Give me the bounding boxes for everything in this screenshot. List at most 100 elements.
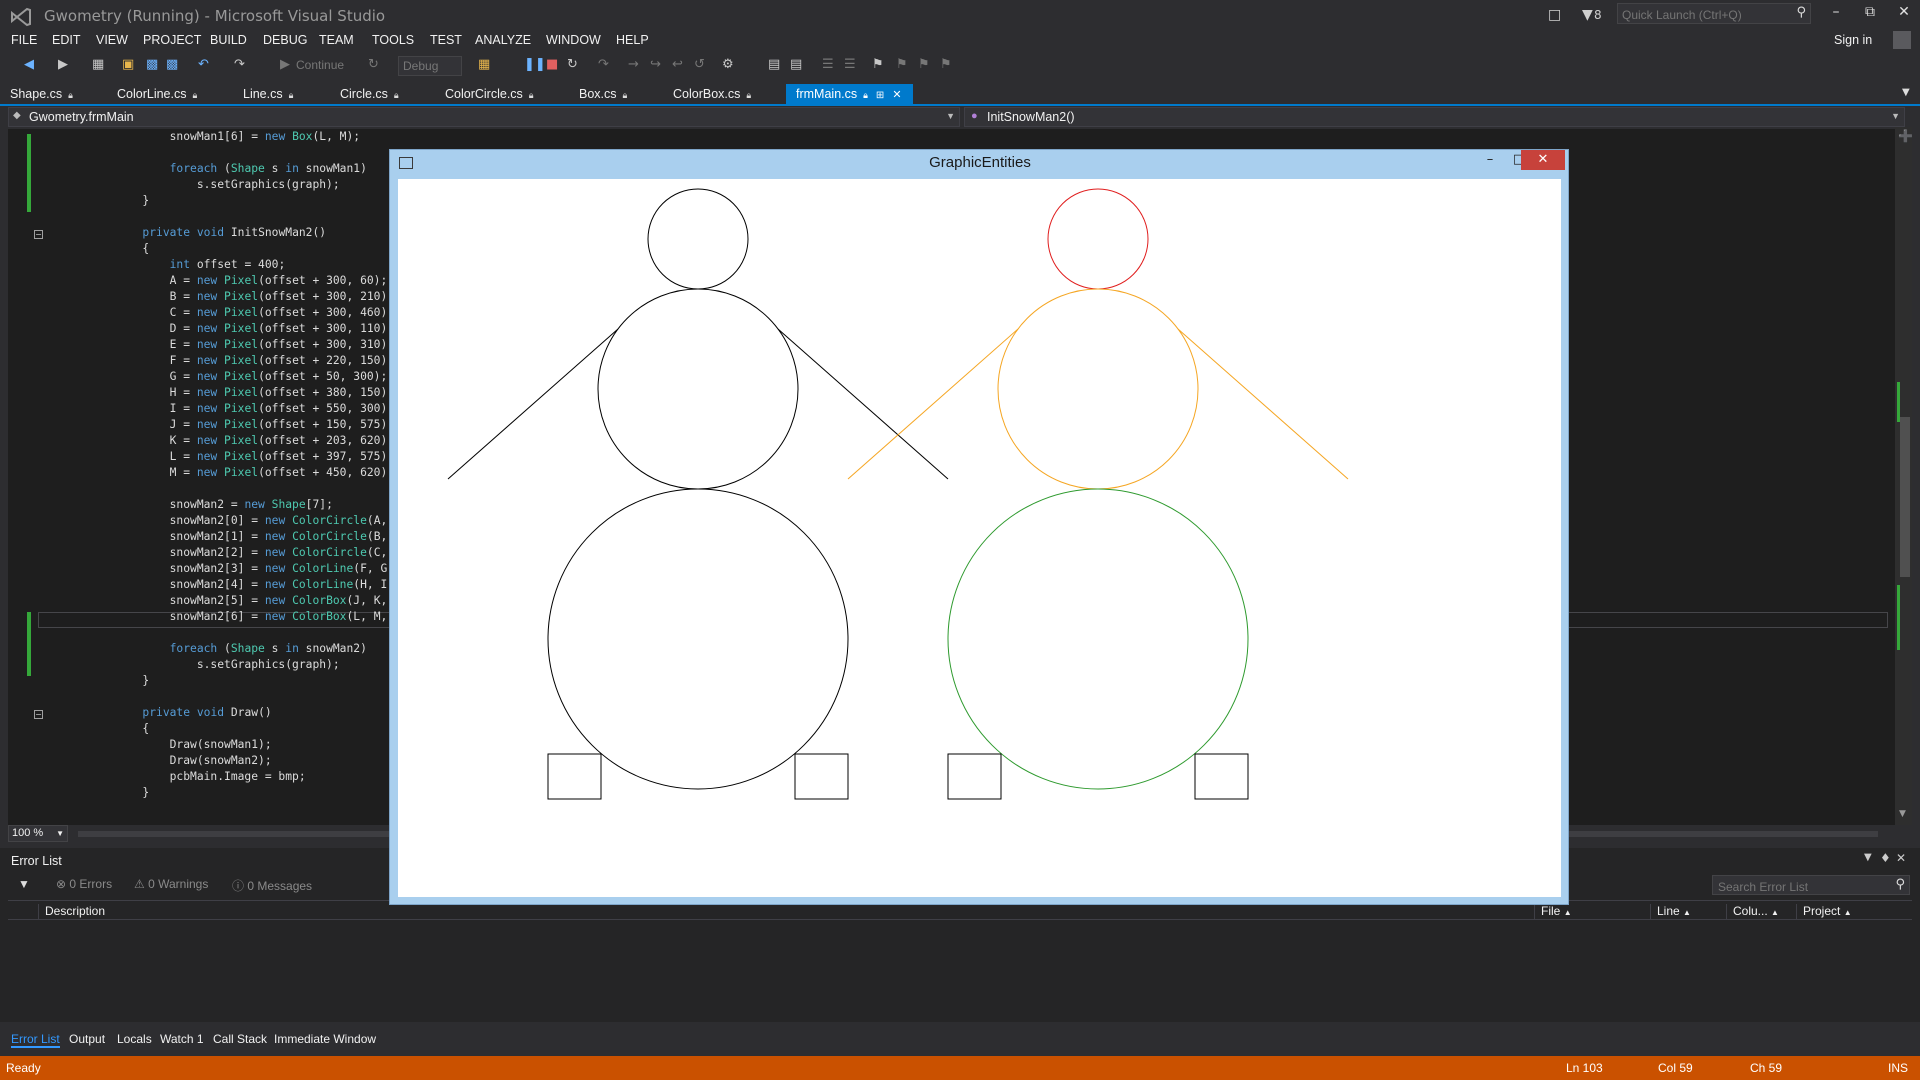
- threads-icon[interactable]: ▤: [768, 57, 780, 72]
- code-line[interactable]: F = new Pixel(offset + 220, 150);: [88, 353, 421, 369]
- code-line[interactable]: D = new Pixel(offset + 300, 110);: [88, 321, 421, 337]
- step-over-icon[interactable]: ↪: [650, 57, 661, 72]
- scroll-down-icon[interactable]: ▼: [1899, 809, 1906, 819]
- forward-icon[interactable]: ▶: [58, 57, 68, 72]
- continue-label[interactable]: Continue: [296, 58, 344, 72]
- app-close-button[interactable]: ✕: [1521, 150, 1565, 170]
- code-line[interactable]: J = new Pixel(offset + 150, 575);: [88, 417, 421, 433]
- menu-test[interactable]: TEST: [430, 33, 462, 47]
- menu-team[interactable]: TEAM: [319, 33, 354, 47]
- refresh-icon[interactable]: ↻: [368, 57, 379, 72]
- code-line[interactable]: E = new Pixel(offset + 300, 310);: [88, 337, 421, 353]
- code-line[interactable]: snowMan2[6] = new ColorBox(L, M, Colo: [88, 609, 422, 625]
- tab-call-stack[interactable]: Call Stack: [213, 1032, 267, 1046]
- close-panel-icon[interactable]: ✕: [1896, 851, 1906, 865]
- code-line[interactable]: [88, 625, 421, 641]
- minimize-button[interactable]: –: [1821, 4, 1851, 24]
- menu-window[interactable]: WINDOW: [546, 33, 601, 47]
- column-project[interactable]: Project ▲: [1796, 904, 1906, 920]
- member-dropdown[interactable]: ● InitSnowMan2() ▼: [964, 107, 1905, 127]
- errors-filter-button[interactable]: ⊗ 0 Errors: [56, 877, 112, 891]
- tab-line-cs[interactable]: Line.cs 🔒︎: [233, 84, 299, 104]
- code-line[interactable]: H = new Pixel(offset + 380, 150);: [88, 385, 421, 401]
- code-line[interactable]: A = new Pixel(offset + 300, 60);: [88, 273, 421, 289]
- tab-error-list[interactable]: Error List: [11, 1032, 60, 1048]
- code-line[interactable]: G = new Pixel(offset + 50, 300);: [88, 369, 421, 385]
- menu-project[interactable]: PROJECT: [143, 33, 201, 47]
- code-line[interactable]: snowMan2[2] = new ColorCircle(C, E, C: [88, 545, 422, 561]
- account-icon[interactable]: [1893, 31, 1911, 49]
- hex-display-icon[interactable]: ⚙: [722, 57, 734, 72]
- menu-edit[interactable]: EDIT: [52, 33, 80, 47]
- code-line[interactable]: }: [88, 785, 421, 801]
- tab-immediate-window[interactable]: Immediate Window: [274, 1032, 376, 1046]
- continue-icon[interactable]: ▶: [280, 57, 290, 72]
- pin-icon[interactable]: ♦: [1880, 851, 1891, 865]
- save-all-icon[interactable]: ▩: [166, 57, 178, 72]
- code-line[interactable]: L = new Pixel(offset + 397, 575);: [88, 449, 421, 465]
- code-line[interactable]: {: [88, 721, 421, 737]
- tab-shape-cs[interactable]: Shape.cs 🔒︎: [0, 84, 79, 104]
- code-line[interactable]: snowMan2 = new Shape[7];: [88, 497, 421, 513]
- panel-menu-icon[interactable]: ▼: [1864, 852, 1872, 863]
- warnings-filter-button[interactable]: ⚠ 0 Warnings: [134, 877, 208, 891]
- vertical-scrollbar[interactable]: ➕ ▼: [1895, 127, 1913, 825]
- menu-debug[interactable]: DEBUG: [263, 33, 307, 47]
- code-line[interactable]: K = new Pixel(offset + 203, 620);: [88, 433, 421, 449]
- code-line[interactable]: s.setGraphics(graph);: [88, 177, 421, 193]
- tab-colorcircle-cs[interactable]: ColorCircle.cs 🔒︎: [435, 84, 540, 104]
- code-line[interactable]: pcbMain.Image = bmp;: [88, 769, 421, 785]
- open-file-icon[interactable]: ▣: [122, 57, 134, 72]
- code-line[interactable]: Draw(snowMan2);: [88, 753, 421, 769]
- pin-icon[interactable]: ⊞: [876, 90, 884, 101]
- code-line[interactable]: C = new Pixel(offset + 300, 460);: [88, 305, 421, 321]
- code-line[interactable]: snowMan1[6] = new Box(L, M);: [88, 129, 421, 145]
- show-next-statement-icon[interactable]: ↷: [598, 57, 609, 72]
- column-column[interactable]: Colu... ▲: [1726, 904, 1796, 920]
- new-project-icon[interactable]: ▦: [92, 57, 104, 72]
- stack-frame-icon[interactable]: ▤: [790, 57, 802, 72]
- next-bookmark-icon[interactable]: ⚑: [918, 57, 930, 72]
- close-button[interactable]: ✕: [1889, 4, 1919, 24]
- step-back-icon[interactable]: ↺: [694, 57, 705, 72]
- filter-icon[interactable]: ▼: [18, 877, 30, 891]
- column-line[interactable]: Line ▲: [1650, 904, 1720, 920]
- code-line[interactable]: snowMan2[4] = new ColorLine(H, I, Col: [88, 577, 422, 593]
- zoom-select[interactable]: 100 % ▼: [8, 825, 68, 842]
- column-file[interactable]: File ▲: [1534, 904, 1632, 920]
- bookmark-icon[interactable]: ⚑: [872, 57, 884, 72]
- graphic-entities-window[interactable]: GraphicEntities – □ ✕: [389, 149, 1569, 905]
- code-line[interactable]: [88, 689, 421, 705]
- code-line[interactable]: foreach (Shape s in snowMan1): [88, 161, 421, 177]
- menu-tools[interactable]: TOOLS: [372, 33, 414, 47]
- restart-icon[interactable]: ↻: [567, 57, 578, 72]
- prev-bookmark-icon[interactable]: ⚑: [896, 57, 908, 72]
- stop-debugging-icon[interactable]: ■: [546, 57, 558, 72]
- tab-circle-cs[interactable]: Circle.cs 🔒︎: [330, 84, 405, 104]
- uncomment-icon[interactable]: ☰: [844, 57, 856, 72]
- quick-launch-input[interactable]: [1618, 5, 1788, 25]
- error-list-search[interactable]: ⚲: [1712, 875, 1910, 896]
- tab-dropdown-icon[interactable]: ▼: [1902, 87, 1910, 98]
- search-icon[interactable]: ⚲: [1796, 5, 1806, 20]
- error-list-search-input[interactable]: [1713, 878, 1883, 896]
- code-line[interactable]: snowMan2[3] = new ColorLine(F, G, Col: [88, 561, 422, 577]
- break-all-icon[interactable]: ❚❚: [524, 57, 546, 72]
- tab-frmmain-cs[interactable]: frmMain.cs 🔒︎ ⊞ ✕: [786, 84, 913, 104]
- menu-build[interactable]: BUILD: [210, 33, 247, 47]
- step-out-icon[interactable]: ↩: [672, 57, 683, 72]
- collapse-icon[interactable]: −: [34, 230, 43, 239]
- code-line[interactable]: s.setGraphics(graph);: [88, 657, 421, 673]
- code-line[interactable]: int offset = 400;: [88, 257, 421, 273]
- menu-help[interactable]: HELP: [616, 33, 649, 47]
- undo-icon[interactable]: ↶: [198, 57, 209, 72]
- code-line[interactable]: [88, 481, 421, 497]
- menu-view[interactable]: VIEW: [96, 33, 128, 47]
- notifications-icon[interactable]: ▼: [1582, 7, 1593, 23]
- back-icon[interactable]: ◀: [24, 57, 34, 72]
- split-icon[interactable]: ➕: [1898, 129, 1913, 143]
- code-line[interactable]: [88, 145, 421, 161]
- sign-in-link[interactable]: Sign in: [1834, 33, 1872, 47]
- tab-output[interactable]: Output: [69, 1032, 105, 1046]
- quick-launch-box[interactable]: ⚲: [1617, 3, 1811, 25]
